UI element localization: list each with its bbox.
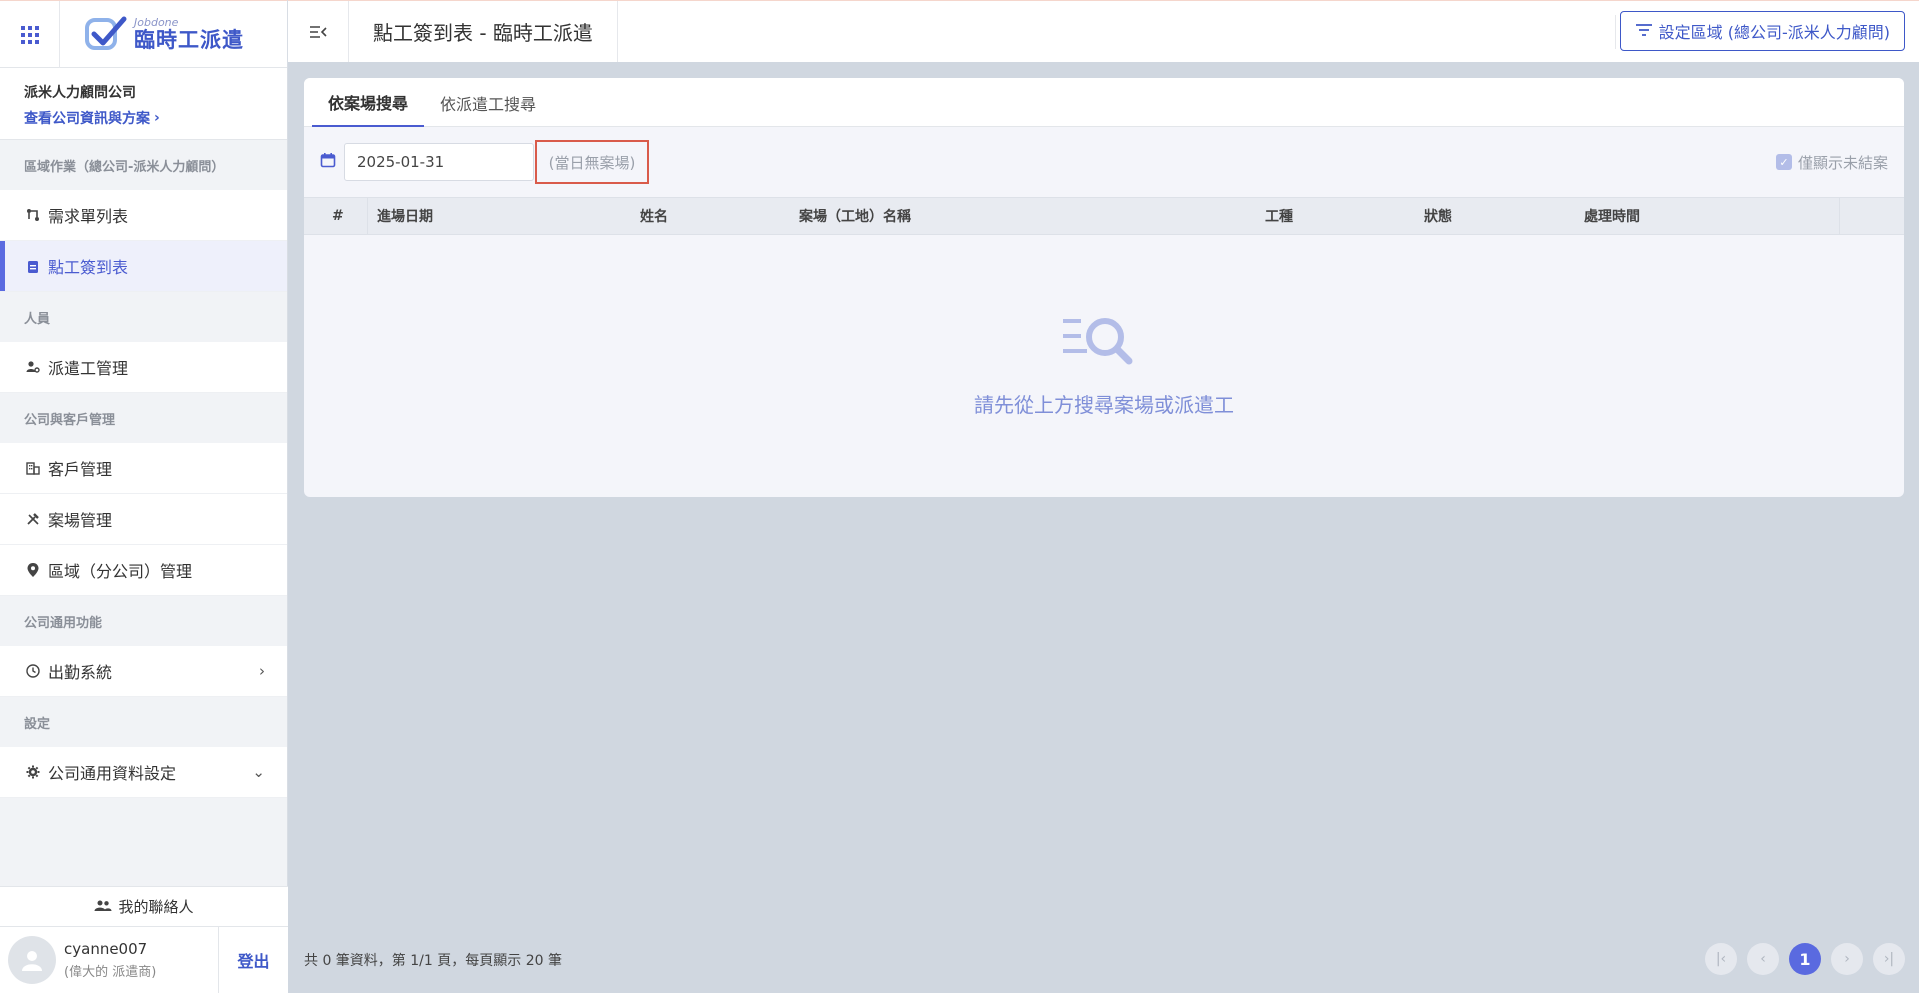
page-title: 點工簽到表 - 臨時工派遣 [349, 1, 618, 62]
company-name: 派米人力顧問公司 [24, 85, 136, 101]
chevron-right-icon: › [154, 110, 160, 126]
sidebar-item-label: 點工簽到表 [48, 258, 129, 277]
user-gear-icon [24, 358, 42, 376]
calendar-icon[interactable] [320, 152, 336, 172]
my-contacts-label: 我的聯絡人 [118, 898, 194, 916]
sidebar-item-label: 公司通用資料設定 [48, 764, 177, 783]
table-header: # 進場日期 姓名 案場（工地）名稱 工種 狀態 處理時間 [304, 197, 1904, 235]
section-title-common: 公司通用功能 [24, 615, 103, 631]
tools-icon [24, 510, 42, 528]
user-bar: cyanne007 (偉大的 派遣商) 登出 [0, 926, 288, 993]
col-job-type: 工種 [1265, 209, 1293, 225]
section-title-settings: 設定 [24, 716, 51, 732]
sidebar-item-attendance-system[interactable]: 出勤系統 › [0, 646, 287, 697]
sidebar: Jobdone 臨時工派遣 派米人力顧問公司 查看公司資訊與方案 › 區域作業（… [0, 0, 288, 993]
section-title-people: 人員 [24, 311, 51, 327]
user-name: cyanne007 [64, 940, 148, 958]
search-list-icon [1063, 315, 1145, 375]
company-info-link[interactable]: 查看公司資訊與方案 › [24, 108, 263, 128]
first-page-icon[interactable]: |‹ [1705, 943, 1737, 975]
people-icon [94, 898, 112, 916]
route-icon [24, 206, 42, 224]
sidebar-item-label: 案場管理 [48, 511, 113, 530]
logout-button[interactable]: 登出 [218, 927, 288, 993]
prev-page-icon[interactable]: ‹ [1747, 943, 1779, 975]
user-role: (偉大的 派遣商) [64, 965, 157, 980]
sidebar-item-worker-management[interactable]: 派遣工管理 [0, 342, 287, 393]
sidebar-item-label: 區域（分公司）管理 [48, 562, 193, 581]
col-status: 狀態 [1424, 209, 1452, 225]
sidebar-item-general-settings[interactable]: 公司通用資料設定 ⌄ [0, 747, 287, 798]
gear-icon [24, 763, 42, 781]
set-region-button[interactable]: 設定區域 (總公司-派米人力顧問) [1619, 11, 1905, 51]
filter-row: 2025-01-31 (當日無案場) ✓ 僅顯示未結案 [304, 127, 1904, 197]
sidebar-item-client-management[interactable]: 客戶管理 [0, 443, 287, 494]
tab-search-by-worker[interactable]: 依派遣工搜尋 [424, 79, 552, 127]
col-name: 姓名 [640, 209, 668, 225]
only-open-label: 僅顯示未結案 [1797, 153, 1888, 172]
col-entry-date: 進場日期 [377, 209, 433, 225]
company-info-link-label: 查看公司資訊與方案 [24, 111, 150, 127]
sidebar-item-attendance-sheet[interactable]: 點工簽到表 [0, 241, 287, 292]
logo-name: 臨時工派遣 [134, 28, 244, 52]
building-icon [24, 459, 42, 477]
empty-message: 請先從上方搜尋案場或派遣工 [974, 392, 1234, 417]
clipboard-icon [24, 257, 42, 275]
sidebar-item-site-management[interactable]: 案場管理 [0, 494, 287, 545]
attendance-card: 依案場搜尋 依派遣工搜尋 2025-01-31 (當日無案場) ✓ 僅顯示未結案… [304, 78, 1904, 497]
set-region-label: 設定區域 (總公司-派米人力顧問) [1658, 23, 1890, 42]
col-processed-time: 處理時間 [1584, 209, 1640, 225]
pagination: |‹ ‹ 1 › ›| [1705, 943, 1905, 975]
page-button-current[interactable]: 1 [1789, 943, 1821, 975]
section-title-company-clients: 公司與客戶管理 [24, 412, 116, 428]
chevron-down-icon: ⌄ [252, 763, 265, 781]
last-page-icon[interactable]: ›| [1873, 943, 1905, 975]
sidebar-item-label: 客戶管理 [48, 460, 113, 479]
sidebar-top: Jobdone 臨時工派遣 [0, 0, 287, 68]
logo[interactable]: Jobdone 臨時工派遣 [60, 1, 244, 67]
col-divider [1839, 198, 1840, 234]
filter-icon [1635, 22, 1653, 41]
clock-icon [24, 662, 42, 680]
avatar [8, 936, 56, 984]
header-divider [1615, 15, 1616, 49]
next-page-icon[interactable]: › [1831, 943, 1863, 975]
sidebar-item-region-management[interactable]: 區域（分公司）管理 [0, 545, 287, 596]
logo-small-text: Jobdone [134, 16, 179, 29]
search-tabs: 依案場搜尋 依派遣工搜尋 [304, 78, 1904, 127]
pagination-info: 共 0 筆資料，第 1/1 頁，每頁顯示 20 筆 [304, 953, 562, 969]
sidebar-item-demand-list[interactable]: 需求單列表 [0, 190, 287, 241]
apps-grid-icon[interactable] [0, 1, 60, 68]
tab-search-by-site[interactable]: 依案場搜尋 [312, 79, 425, 127]
empty-state: 請先從上方搜尋案場或派遣工 [304, 235, 1904, 497]
site-select-empty[interactable]: (當日無案場) [535, 140, 649, 184]
col-divider [367, 198, 368, 234]
chevron-right-icon: › [259, 662, 265, 680]
logo-check-icon [84, 14, 128, 54]
sidebar-item-label: 需求單列表 [48, 207, 129, 226]
top-header: 點工簽到表 - 臨時工派遣 設定區域 (總公司-派米人力顧問) [288, 0, 1919, 62]
company-panel: 派米人力顧問公司 查看公司資訊與方案 › [0, 68, 287, 140]
sidebar-item-label: 出勤系統 [48, 663, 113, 682]
user-profile[interactable]: cyanne007 (偉大的 派遣商) [0, 927, 218, 993]
checkbox-checked-icon[interactable]: ✓ [1775, 154, 1792, 170]
map-pin-icon [24, 561, 42, 579]
sidebar-item-label: 派遣工管理 [48, 359, 129, 378]
only-open-toggle[interactable]: ✓ 僅顯示未結案 [1775, 152, 1888, 173]
date-input[interactable]: 2025-01-31 [344, 143, 534, 181]
collapse-menu-icon[interactable] [288, 1, 349, 62]
my-contacts-button[interactable]: 我的聯絡人 [0, 886, 288, 926]
col-site-name: 案場（工地）名稱 [799, 209, 911, 225]
col-index: # [332, 208, 344, 224]
section-title-region: 區域作業（總公司-派米人力顧問） [24, 159, 225, 175]
